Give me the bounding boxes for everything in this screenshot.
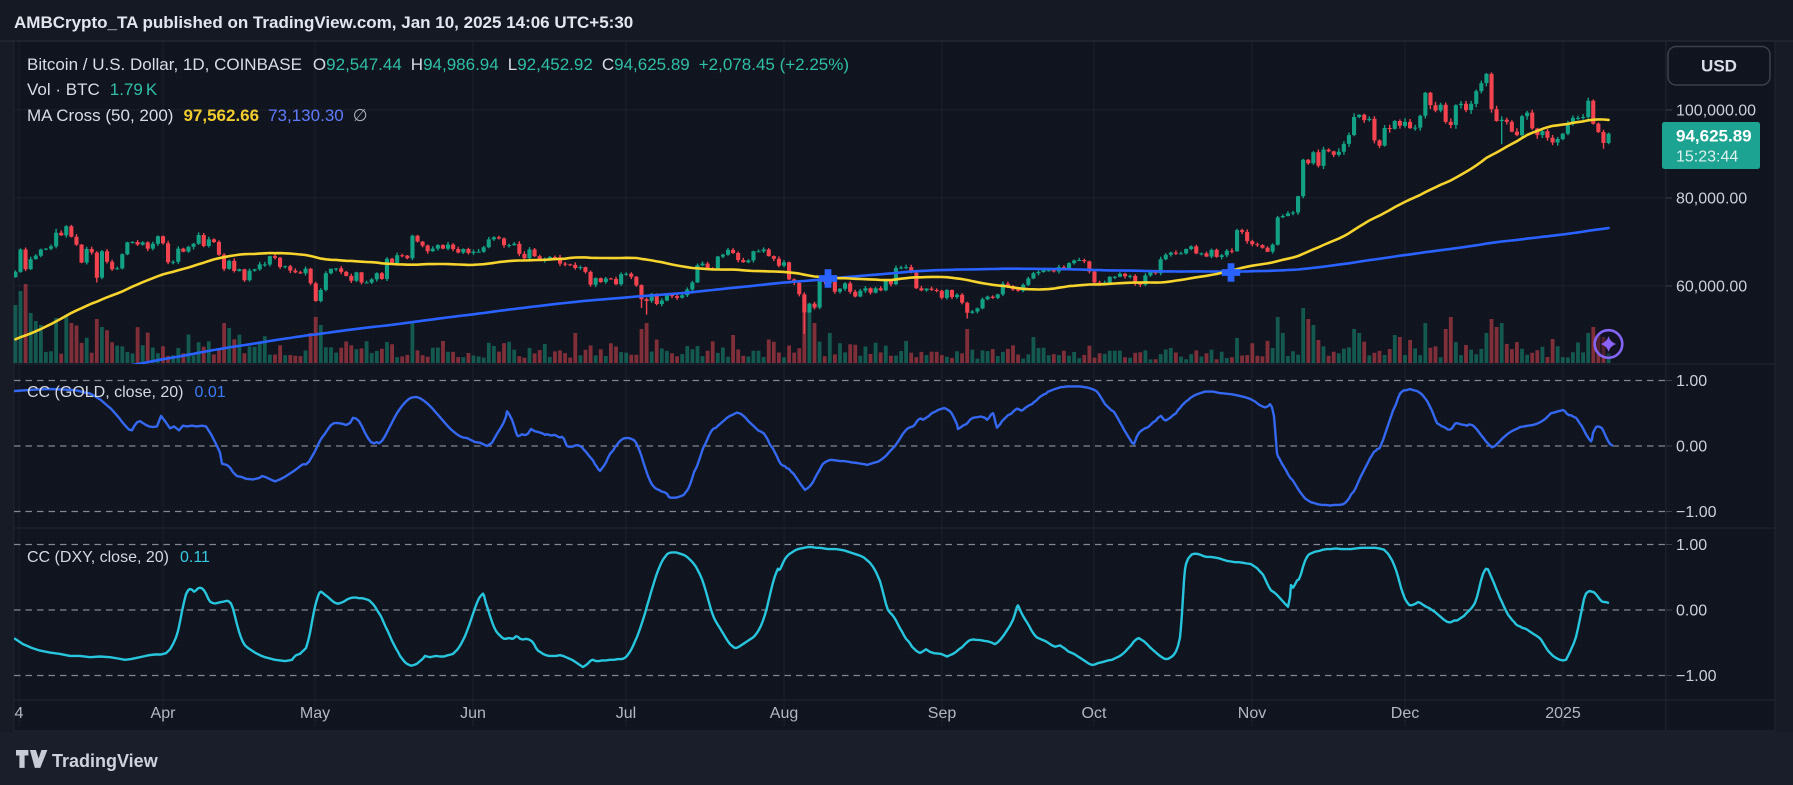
svg-text:4: 4 <box>15 705 24 722</box>
svg-text:Oct: Oct <box>1082 705 1107 722</box>
svg-text:USD: USD <box>1701 57 1737 76</box>
svg-text:MA Cross (50, 200)97,562.6673,: MA Cross (50, 200)97,562.6673,130.30∅ <box>27 106 368 125</box>
svg-text:100,000.00: 100,000.00 <box>1676 103 1756 120</box>
svg-text:−1.00: −1.00 <box>1676 668 1717 685</box>
svg-text:60,000.00: 60,000.00 <box>1676 279 1747 296</box>
svg-text:Apr: Apr <box>151 705 177 722</box>
svg-text:TradingView: TradingView <box>52 751 159 771</box>
svg-text:Nov: Nov <box>1238 705 1266 722</box>
svg-text:CC (GOLD, close, 20)0.01: CC (GOLD, close, 20)0.01 <box>27 384 226 401</box>
svg-text:0.00: 0.00 <box>1676 439 1707 456</box>
svg-text:Bitcoin / U.S. Dollar, 1D, COI: Bitcoin / U.S. Dollar, 1D, COINBASEO92,5… <box>27 55 849 74</box>
svg-text:Vol · BTC1.79K: Vol · BTC1.79K <box>27 80 158 99</box>
svg-text:Aug: Aug <box>770 705 798 722</box>
svg-text:AMBCrypto_TA published on Trad: AMBCrypto_TA published on TradingView.co… <box>14 13 633 32</box>
svg-text:94,625.89: 94,625.89 <box>1676 127 1752 146</box>
svg-text:0.00: 0.00 <box>1676 603 1707 620</box>
svg-text:Dec: Dec <box>1391 705 1419 722</box>
svg-text:Sep: Sep <box>928 705 957 722</box>
svg-text:1.00: 1.00 <box>1676 373 1707 390</box>
svg-text:2025: 2025 <box>1545 705 1581 722</box>
svg-text:CC (DXY, close, 20)0.11: CC (DXY, close, 20)0.11 <box>27 549 210 566</box>
svg-text:−1.00: −1.00 <box>1676 504 1717 521</box>
svg-text:May: May <box>300 705 330 722</box>
svg-text:1.00: 1.00 <box>1676 537 1707 554</box>
svg-text:Jul: Jul <box>616 705 636 722</box>
svg-text:15:23:44: 15:23:44 <box>1676 149 1738 166</box>
svg-text:80,000.00: 80,000.00 <box>1676 191 1747 208</box>
svg-text:Jun: Jun <box>460 705 486 722</box>
